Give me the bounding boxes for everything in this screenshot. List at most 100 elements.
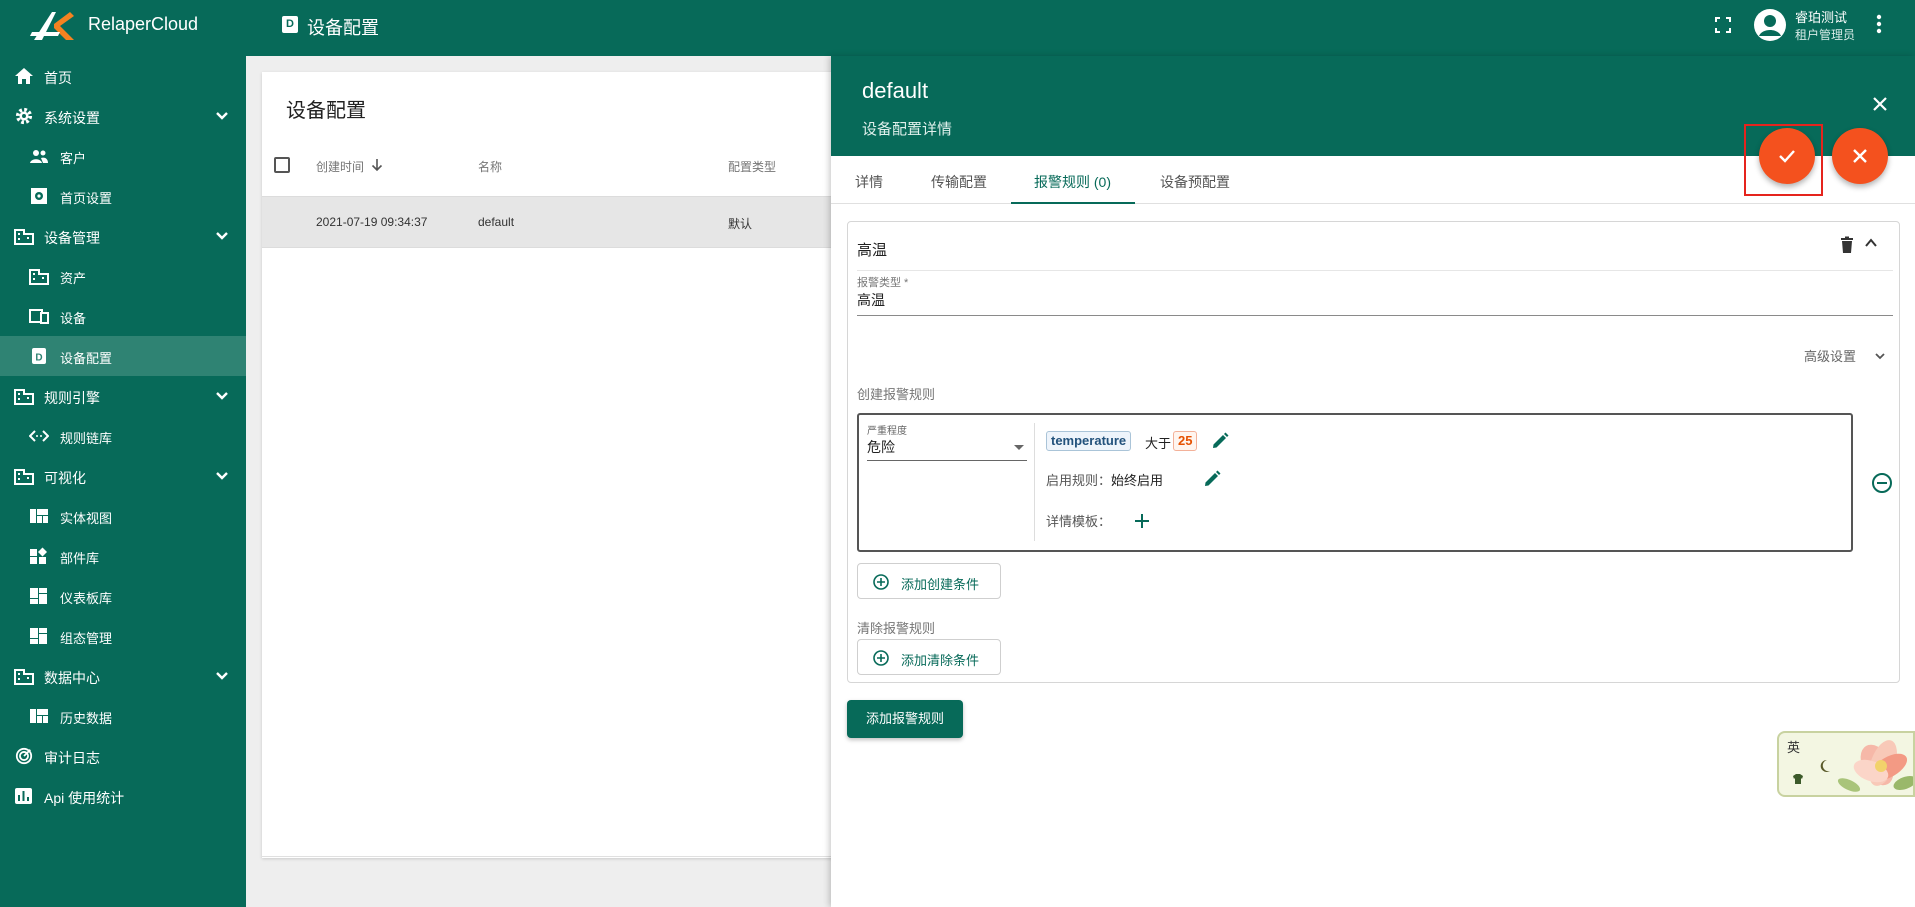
- sidebar-item-label: 历史数据: [60, 711, 113, 726]
- advanced-settings-toggle[interactable]: 高级设置: [1804, 346, 1856, 365]
- fullscreen-icon[interactable]: [1714, 16, 1732, 34]
- sidebar-item-entity-views[interactable]: 实体视图: [0, 496, 246, 536]
- add-create-condition-button[interactable]: 添加创建条件: [857, 563, 1001, 599]
- building-icon: [29, 269, 49, 285]
- sidebar-item-label: 首页: [44, 70, 72, 86]
- pencil-icon[interactable]: [1203, 470, 1221, 488]
- chevron-down-icon: [216, 672, 228, 680]
- gear-icon: [15, 107, 33, 125]
- more-vert-icon[interactable]: [1875, 13, 1883, 35]
- building-icon: [14, 389, 34, 405]
- card-divider: [857, 270, 1893, 271]
- dashboard-icon: [30, 588, 47, 604]
- track-changes-icon: [15, 747, 33, 765]
- column-header-created-time[interactable]: 创建时间: [316, 158, 364, 175]
- devices-icon: [29, 309, 49, 324]
- create-alarm-rules-label: 创建报警规则: [857, 387, 936, 402]
- schedule-label: 启用规则：:: [1046, 473, 1115, 488]
- remove-circle-icon[interactable]: [1871, 472, 1893, 494]
- sidebar-item-widgets[interactable]: 部件库: [0, 536, 246, 576]
- home-icon: [15, 68, 33, 84]
- sidebar-item-scada[interactable]: 组态管理: [0, 616, 246, 656]
- clear-alarm-rules-label: 清除报警规则: [857, 621, 936, 636]
- sidebar-item-data-center[interactable]: 数据中心: [0, 656, 246, 696]
- condition-value-chip: 25: [1173, 431, 1198, 451]
- close-icon: [1853, 149, 1867, 163]
- sidebar-item-dashboards[interactable]: 仪表板库: [0, 576, 246, 616]
- bar-chart-icon: [15, 788, 32, 804]
- tab-transport-config[interactable]: 传输配置: [931, 172, 987, 192]
- sidebar-item-device-management[interactable]: 设备管理: [0, 216, 246, 256]
- sidebar-item-home[interactable]: 首页: [0, 56, 246, 96]
- sidebar-item-home-settings[interactable]: 首页设置: [0, 176, 246, 216]
- trash-icon[interactable]: [1840, 236, 1854, 254]
- cell-created-time: 2021-07-19 09:34:37: [316, 215, 428, 229]
- sidebar-item-rule-engine[interactable]: 规则引擎: [0, 376, 246, 416]
- sidebar-item-label: 仪表板库: [60, 591, 113, 606]
- chevron-down-icon[interactable]: [1874, 350, 1886, 362]
- chevron-up-icon[interactable]: [1864, 236, 1878, 250]
- table-row[interactable]: 2021-07-19 09:34:37 default 默认: [262, 196, 852, 248]
- chevron-down-icon: [216, 472, 228, 480]
- view-quilt-icon: [30, 509, 48, 523]
- severity-label: 严重程度: [867, 426, 907, 437]
- sidebar-item-label: 规则链库: [60, 431, 113, 446]
- shirt-icon: [1793, 774, 1803, 784]
- plus-icon[interactable]: [1134, 513, 1150, 529]
- sidebar-item-history-data[interactable]: 历史数据: [0, 696, 246, 736]
- pencil-icon[interactable]: [1211, 432, 1229, 450]
- sidebar-item-visualization[interactable]: 可视化: [0, 456, 246, 496]
- condition-separator: [1034, 423, 1035, 541]
- view-quilt-icon: [30, 709, 48, 723]
- brand-name: RelaperCloud: [88, 14, 199, 34]
- building-icon: [14, 229, 34, 245]
- sidebar-item-label: 设备: [60, 311, 87, 326]
- sidebar-item-rule-chains[interactable]: 规则链库: [0, 416, 246, 456]
- alarm-type-field[interactable]: 高温: [857, 290, 885, 310]
- chevron-down-icon: [216, 232, 228, 240]
- column-header-profile-type[interactable]: 配置类型: [728, 158, 776, 175]
- details-template-label: 详情模板：: [1046, 514, 1112, 529]
- close-icon[interactable]: [1872, 96, 1888, 112]
- chevron-down-icon: [216, 392, 228, 400]
- code-icon: [29, 430, 49, 442]
- sidebar-item-label: 审计日志: [44, 750, 100, 766]
- people-icon: [30, 150, 48, 163]
- schedule-value: 始终启用: [1111, 473, 1164, 488]
- add-clear-condition-button[interactable]: 添加清除条件: [857, 639, 1001, 675]
- sidebar-item-assets[interactable]: 资产: [0, 256, 246, 296]
- dashboard-icon: [30, 628, 47, 644]
- sidebar-item-audit-logs[interactable]: 审计日志: [0, 736, 246, 776]
- settings-square-icon: [31, 188, 47, 204]
- alarm-rule-card: 高温 报警类型 * 高温 高级设置 创建报警规则 严重程度 危险 tempera…: [847, 221, 1900, 683]
- condition-key-chip: temperature: [1046, 431, 1132, 451]
- tab-alarm-rules[interactable]: 报警规则 (0): [1034, 172, 1111, 192]
- sidebar-item-api-usage[interactable]: Api 使用统计: [0, 776, 246, 816]
- sidebar-item-devices[interactable]: 设备: [0, 296, 246, 336]
- ime-widget[interactable]: 英: [1777, 731, 1915, 797]
- device-profile-icon: D: [282, 16, 298, 33]
- add-alarm-rule-button[interactable]: 添加报警规则: [847, 700, 963, 738]
- alarm-type-underline: [857, 315, 1893, 316]
- cancel-button[interactable]: [1832, 128, 1888, 184]
- active-tab-indicator: [1011, 202, 1135, 204]
- tab-device-provisioning[interactable]: 设备预配置: [1160, 172, 1230, 192]
- tab-details[interactable]: 详情: [855, 172, 883, 192]
- details-title: default: [862, 78, 929, 103]
- severity-select[interactable]: 危险: [867, 437, 895, 457]
- sidebar-item-customers[interactable]: 客户: [0, 136, 246, 176]
- relapercloud-logo[interactable]: [30, 6, 78, 44]
- sidebar-item-label: 资产: [60, 271, 87, 286]
- avatar[interactable]: [1753, 8, 1787, 42]
- sidebar: 首页 系统设置 客户 首页设置 设备管理 资产 设备 D 设备配置 规则引擎 规…: [0, 56, 246, 907]
- sidebar-item-device-profiles[interactable]: D 设备配置: [0, 336, 246, 376]
- cell-name: default: [478, 215, 515, 229]
- sort-arrow-down-icon[interactable]: [371, 158, 383, 172]
- column-header-name[interactable]: 名称: [478, 158, 502, 175]
- highlight-box: [1744, 124, 1823, 196]
- sidebar-item-system-settings[interactable]: 系统设置: [0, 96, 246, 136]
- cell-profile-type: 默认: [728, 217, 753, 231]
- dropdown-arrow-icon[interactable]: [1014, 445, 1024, 450]
- select-all-checkbox[interactable]: [274, 157, 290, 173]
- add-circle-icon: [873, 650, 889, 666]
